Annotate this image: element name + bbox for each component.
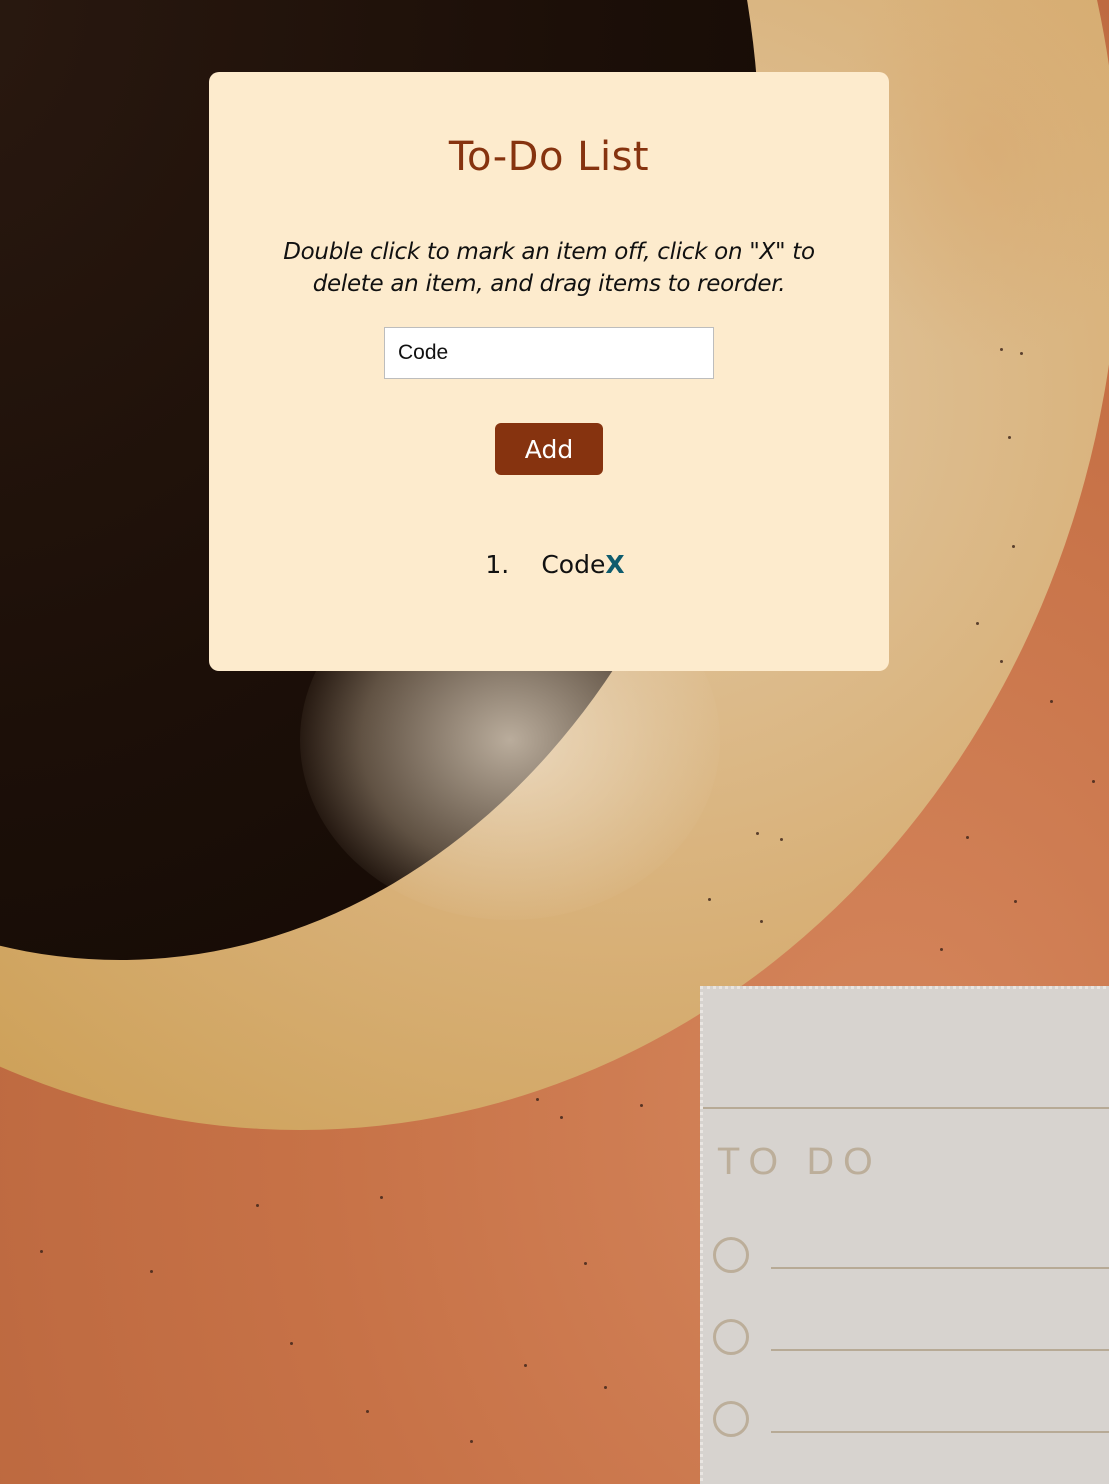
background-speck [780, 838, 783, 841]
background-speck [1020, 352, 1023, 355]
todo-note-card: TO DO [700, 986, 1109, 1484]
background-speck [536, 1098, 539, 1101]
delete-item-button[interactable]: X [605, 550, 624, 579]
background-speck [290, 1342, 293, 1345]
note-title: TO DO [717, 1141, 882, 1183]
background-speck [760, 920, 763, 923]
background-speck [256, 1204, 259, 1207]
background-speck [1000, 348, 1003, 351]
background-speck [940, 948, 943, 951]
list-item-text: Code [541, 550, 606, 579]
task-input[interactable] [384, 327, 714, 379]
background-speck [1008, 436, 1011, 439]
todo-list: 1. Code X [209, 550, 889, 579]
instructions-text: Double click to mark an item off, click … [283, 239, 815, 297]
background-speck [1000, 660, 1003, 663]
list-item[interactable]: 1. Code X [209, 550, 889, 579]
background-speck [640, 1104, 643, 1107]
background-speck [1012, 545, 1015, 548]
background-speck [524, 1364, 527, 1367]
page-title: To-Do List [448, 134, 650, 180]
background-speck [604, 1386, 607, 1389]
background-speck [708, 898, 711, 901]
background-speck [966, 836, 969, 839]
background-speck [560, 1116, 563, 1119]
background-speck [1014, 900, 1017, 903]
list-item-number: 1. [485, 550, 510, 579]
background-speck [470, 1440, 473, 1443]
background-speck [380, 1196, 383, 1199]
background-speck [366, 1410, 369, 1413]
background-speck [1092, 780, 1095, 783]
background-speck [150, 1270, 153, 1273]
add-button[interactable]: Add [495, 423, 603, 475]
background-speck [584, 1262, 587, 1265]
background-speck [40, 1250, 43, 1253]
background-speck [976, 622, 979, 625]
background-speck [1050, 700, 1053, 703]
background-speck [756, 832, 759, 835]
todo-card: To-Do List Double click to mark an item … [209, 72, 889, 671]
